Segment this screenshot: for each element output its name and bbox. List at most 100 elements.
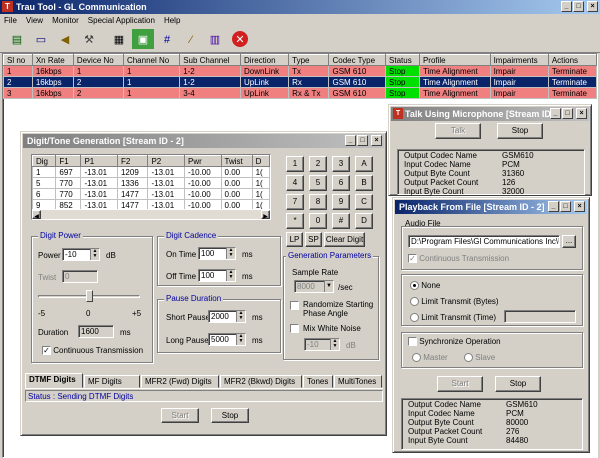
column-header[interactable]: Profile	[418, 54, 491, 66]
browse-button[interactable]: ...	[562, 235, 576, 248]
column-header[interactable]: Actions	[547, 54, 598, 66]
close-button[interactable]: ×	[587, 1, 598, 12]
talk-close-button[interactable]: ×	[576, 108, 587, 119]
digit-column-header[interactable]: Dig	[32, 155, 57, 167]
menu-file[interactable]: File	[4, 16, 17, 25]
keypad-key-6[interactable]: 6	[332, 175, 350, 191]
keypad-key-2[interactable]: 2	[309, 156, 327, 172]
limit-bytes-radio[interactable]: Limit Transmit (Bytes)	[410, 297, 499, 307]
digit-column-header[interactable]: Twist	[220, 155, 253, 167]
keypad-key-hash[interactable]: #	[332, 213, 350, 229]
table-cell[interactable]: Impair	[489, 76, 549, 88]
menu-help[interactable]: Help	[164, 16, 180, 25]
sample-rate-select[interactable]: 8000 ▼	[294, 280, 334, 293]
talk-button[interactable]: Talk	[435, 123, 481, 139]
lp-button[interactable]: LP	[286, 232, 303, 247]
minimize-button[interactable]: _	[561, 1, 572, 12]
status-cell[interactable]: Stop	[385, 76, 420, 88]
long-pause-input[interactable]: 5000 ▲ ▼	[208, 333, 246, 346]
playback-start-button[interactable]: Start	[437, 376, 483, 392]
talk-maximize-button[interactable]: □	[562, 108, 573, 119]
table-cell[interactable]: Impair	[489, 65, 549, 77]
column-header[interactable]: Device No	[72, 54, 124, 66]
tab-mfr2-bkwd-digits[interactable]: MFR2 (Bkwd) Digits	[220, 375, 302, 388]
maximize-button[interactable]: □	[573, 1, 584, 12]
table-cell[interactable]: Time Alignment	[418, 65, 491, 77]
playback-continuous-checkbox[interactable]: ✓ Continuous Transmission	[408, 254, 509, 264]
column-header[interactable]: Codec Type	[328, 54, 387, 66]
keypad-key-star[interactable]: *	[286, 213, 304, 229]
books-icon[interactable]: ▥	[204, 29, 226, 49]
column-header[interactable]: Channel No	[122, 54, 181, 66]
off-time-input[interactable]: 100 ▲ ▼	[198, 269, 236, 282]
synchronize-checkbox[interactable]: Synchronize Operation	[408, 337, 501, 347]
keypad-key-8[interactable]: 8	[309, 194, 327, 210]
sp-button[interactable]: SP	[305, 232, 322, 247]
power-input[interactable]: -10 ▲ ▼	[62, 248, 100, 261]
duration-input[interactable]: 1600	[78, 325, 114, 338]
digit-stop-button[interactable]: Stop	[211, 408, 249, 423]
keypad-key-3[interactable]: 3	[332, 156, 350, 172]
tab-multitones[interactable]: MultiTones	[334, 375, 382, 388]
column-header[interactable]: Impairments	[489, 54, 549, 66]
stream-row[interactable]: 1 16kbps 1 1 1-2 DownLink Tx GSM 610 Stop Time Al…	[3, 65, 598, 77]
digit-minimize-button[interactable]: _	[345, 135, 356, 146]
noise-level-input[interactable]: -10 ▲ ▼	[304, 338, 340, 351]
playback-maximize-button[interactable]: □	[560, 201, 571, 212]
menu-special-application[interactable]: Special Application	[88, 16, 155, 25]
keypad-key-A[interactable]: A	[355, 156, 373, 172]
limit-none-radio[interactable]: None	[410, 281, 440, 291]
audio-file-path-input[interactable]: D:\Program Files\Gl Communications Inc\U…	[408, 235, 560, 248]
column-header[interactable]: Direction	[240, 54, 290, 66]
talk-minimize-button[interactable]: _	[550, 108, 561, 119]
status-cell[interactable]: Stop	[385, 87, 420, 99]
table-cell[interactable]: Time Alignment	[418, 87, 491, 99]
keypad-key-C[interactable]: C	[355, 194, 373, 210]
tab-dtmf-digits[interactable]: DTMF Digits	[25, 373, 83, 388]
power-slider-thumb[interactable]	[86, 290, 93, 302]
stream-row[interactable]: 3 16kbps 2 1 3-4 UpLink Rx & Tx GSM 610 Stop Time…	[3, 87, 598, 99]
keypad-key-4[interactable]: 4	[286, 175, 304, 191]
column-header[interactable]: Type	[288, 54, 330, 66]
status-cell[interactable]: Stop	[385, 65, 420, 77]
digit-column-header[interactable]: F2	[116, 155, 149, 167]
playback-minimize-button[interactable]: _	[548, 201, 559, 212]
keypad-key-0[interactable]: 0	[309, 213, 327, 229]
table-cell[interactable]: Terminate	[547, 87, 598, 99]
chip-icon[interactable]: ▣	[132, 29, 154, 49]
digit-column-header[interactable]: F1	[55, 155, 82, 167]
tab-mf-digits[interactable]: MF Digits	[84, 375, 140, 388]
tab-mfr2-fwd-digits[interactable]: MFR2 (Fwd) Digits	[141, 375, 219, 388]
digit-row[interactable]: 5 770 -13.01 1336 -13.01 -10.00 0.00 1(	[32, 177, 270, 189]
keypad-key-5[interactable]: 5	[309, 175, 327, 191]
mix-white-noise-checkbox[interactable]	[290, 324, 299, 333]
continuous-transmission-checkbox[interactable]: ✓ Continuous Transmission	[42, 346, 143, 356]
digit-row[interactable]: 6 770 -13.01 1477 -13.01 -10.00 0.00 1(	[32, 188, 270, 200]
digit-column-header[interactable]: P1	[80, 155, 118, 167]
speaker-icon[interactable]: ◀	[54, 29, 76, 49]
column-header[interactable]: Sub Channel	[179, 54, 242, 66]
monitor-icon[interactable]: ▤	[6, 29, 28, 49]
limit-value-input[interactable]	[504, 310, 576, 323]
digit-column-header[interactable]: D	[251, 155, 270, 167]
playback-close-button[interactable]: ×	[574, 201, 585, 212]
keypad-icon[interactable]: #	[156, 29, 178, 49]
digit-row[interactable]: 1 697 -13.01 1209 -13.01 -10.00 0.00 1(	[32, 166, 270, 178]
randomize-phase-checkbox[interactable]	[290, 301, 299, 310]
digit-column-header[interactable]: Pwr	[184, 155, 222, 167]
stop-icon[interactable]: ✕	[232, 31, 248, 47]
slave-radio[interactable]: Slave	[464, 353, 495, 363]
tools-icon[interactable]: ⚒	[78, 29, 100, 49]
keypad-key-7[interactable]: 7	[286, 194, 304, 210]
limit-time-radio[interactable]: Limit Transmit (Time)	[410, 313, 496, 323]
stream-row[interactable]: 2 16kbps 2 1 1-2 UpLink Rx GSM 610 Stop Time Alig…	[3, 76, 598, 88]
digit-start-button[interactable]: Start	[161, 408, 199, 423]
menu-monitor[interactable]: Monitor	[52, 16, 79, 25]
digit-table-hscrollbar[interactable]: ◀ ▶	[32, 209, 270, 219]
keypad-key-D[interactable]: D	[355, 213, 373, 229]
twist-input[interactable]: 0	[62, 270, 98, 283]
keypad-key-9[interactable]: 9	[332, 194, 350, 210]
clear-digit-button[interactable]: Clear Digit	[324, 232, 365, 247]
column-header[interactable]: Status	[385, 54, 420, 66]
card-icon[interactable]: ▭	[30, 29, 52, 49]
